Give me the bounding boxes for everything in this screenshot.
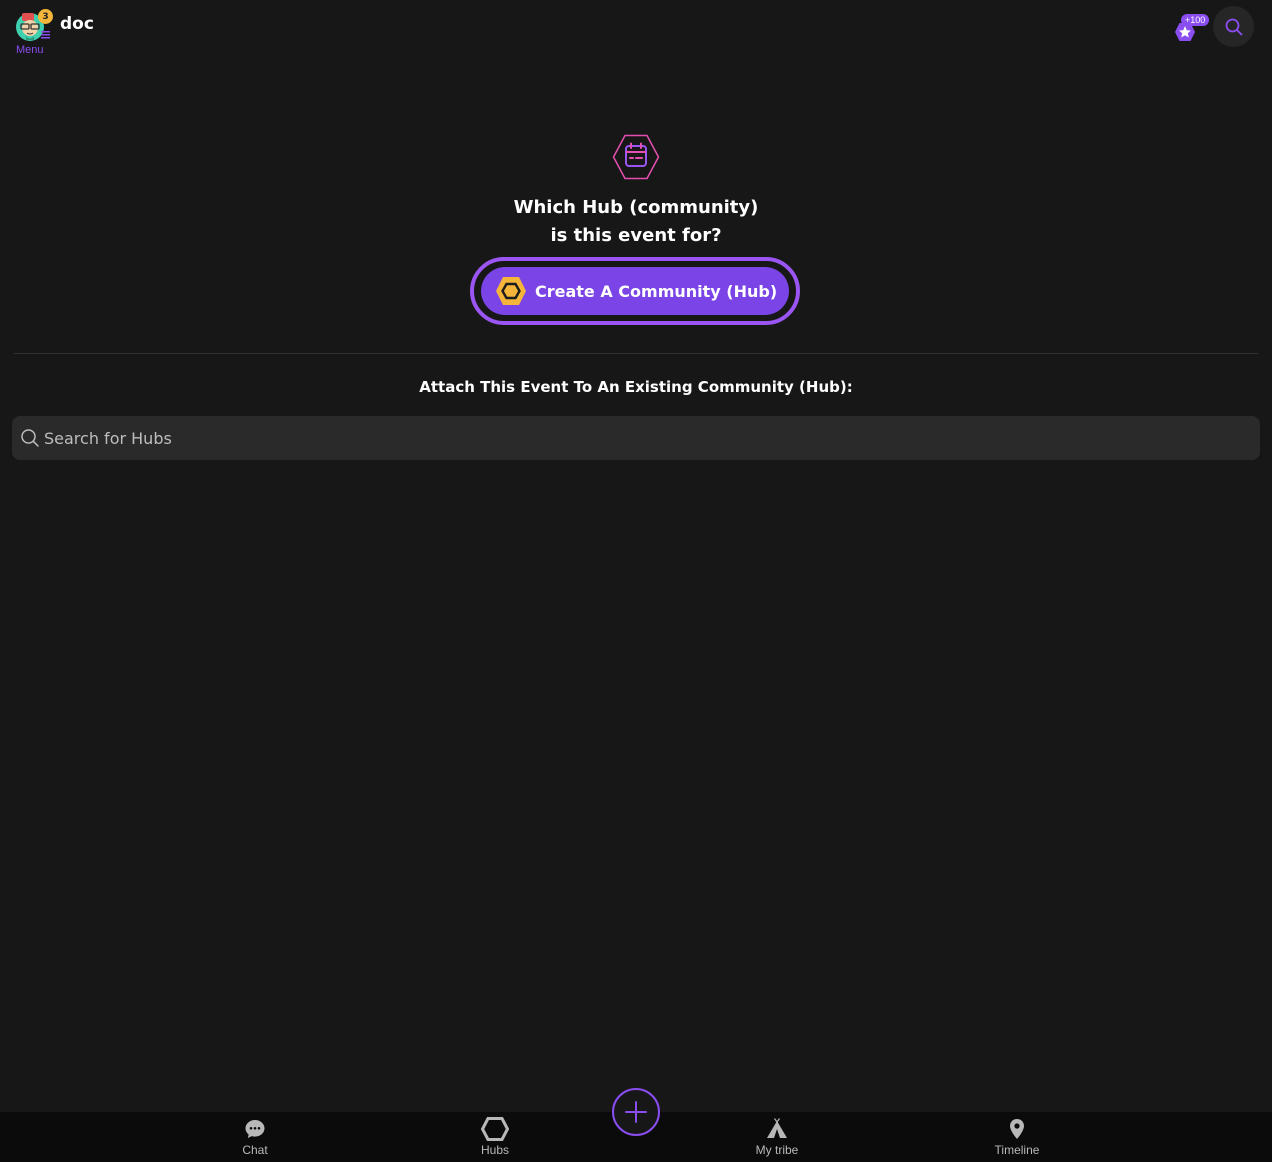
nav-label-chat: Chat bbox=[242, 1143, 268, 1157]
hamburger-icon bbox=[41, 31, 50, 39]
section-divider bbox=[14, 353, 1258, 354]
top-header: 3 Menu doc +100 bbox=[0, 0, 1272, 70]
create-hub-button-frame: Create A Community (Hub) bbox=[470, 257, 800, 325]
menu-label: Menu bbox=[16, 44, 44, 56]
nav-item-hubs[interactable]: Hubs bbox=[450, 1117, 540, 1161]
tent-icon bbox=[767, 1118, 787, 1138]
points-button[interactable]: +100 bbox=[1172, 12, 1212, 44]
hub-hexagon-icon bbox=[496, 277, 526, 305]
create-hub-label: Create A Community (Hub) bbox=[535, 281, 778, 301]
search-icon bbox=[21, 429, 39, 447]
chat-bubble-icon bbox=[245, 1120, 265, 1138]
page: 3 Menu doc +100 Which Hub (community) is… bbox=[0, 0, 1272, 1162]
nav-label-hubs: Hubs bbox=[480, 1143, 509, 1157]
hub-search-input[interactable] bbox=[44, 428, 1244, 448]
nav-item-chat[interactable]: Chat bbox=[210, 1117, 300, 1161]
search-icon bbox=[1225, 18, 1242, 35]
calendar-hexagon-icon bbox=[612, 134, 660, 180]
add-fab-button[interactable] bbox=[612, 1088, 660, 1136]
create-hub-button[interactable]: Create A Community (Hub) bbox=[481, 267, 789, 315]
nav-label-timeline: Timeline bbox=[994, 1143, 1040, 1157]
nav-label-my-tribe: My tribe bbox=[755, 1143, 799, 1157]
hub-search-bar bbox=[12, 416, 1260, 460]
header-search-button[interactable] bbox=[1213, 6, 1254, 47]
notification-count-badge: 3 bbox=[38, 9, 53, 24]
points-badge: +100 bbox=[1181, 14, 1210, 26]
hub-question: Which Hub (community) is this event for? bbox=[336, 194, 936, 250]
attach-existing-title: Attach This Event To An Existing Communi… bbox=[419, 378, 853, 396]
question-line-1: Which Hub (community) bbox=[513, 197, 759, 218]
hexagon-hub-icon bbox=[481, 1117, 509, 1141]
menu-button[interactable]: 3 Menu bbox=[13, 8, 53, 58]
username: doc bbox=[60, 14, 94, 34]
plus-icon bbox=[625, 1101, 647, 1123]
question-line-2: is this event for? bbox=[550, 225, 722, 246]
nav-item-timeline[interactable]: Timeline bbox=[972, 1117, 1062, 1161]
map-pin-icon bbox=[1010, 1119, 1024, 1139]
nav-item-my-tribe[interactable]: My tribe bbox=[732, 1117, 822, 1161]
